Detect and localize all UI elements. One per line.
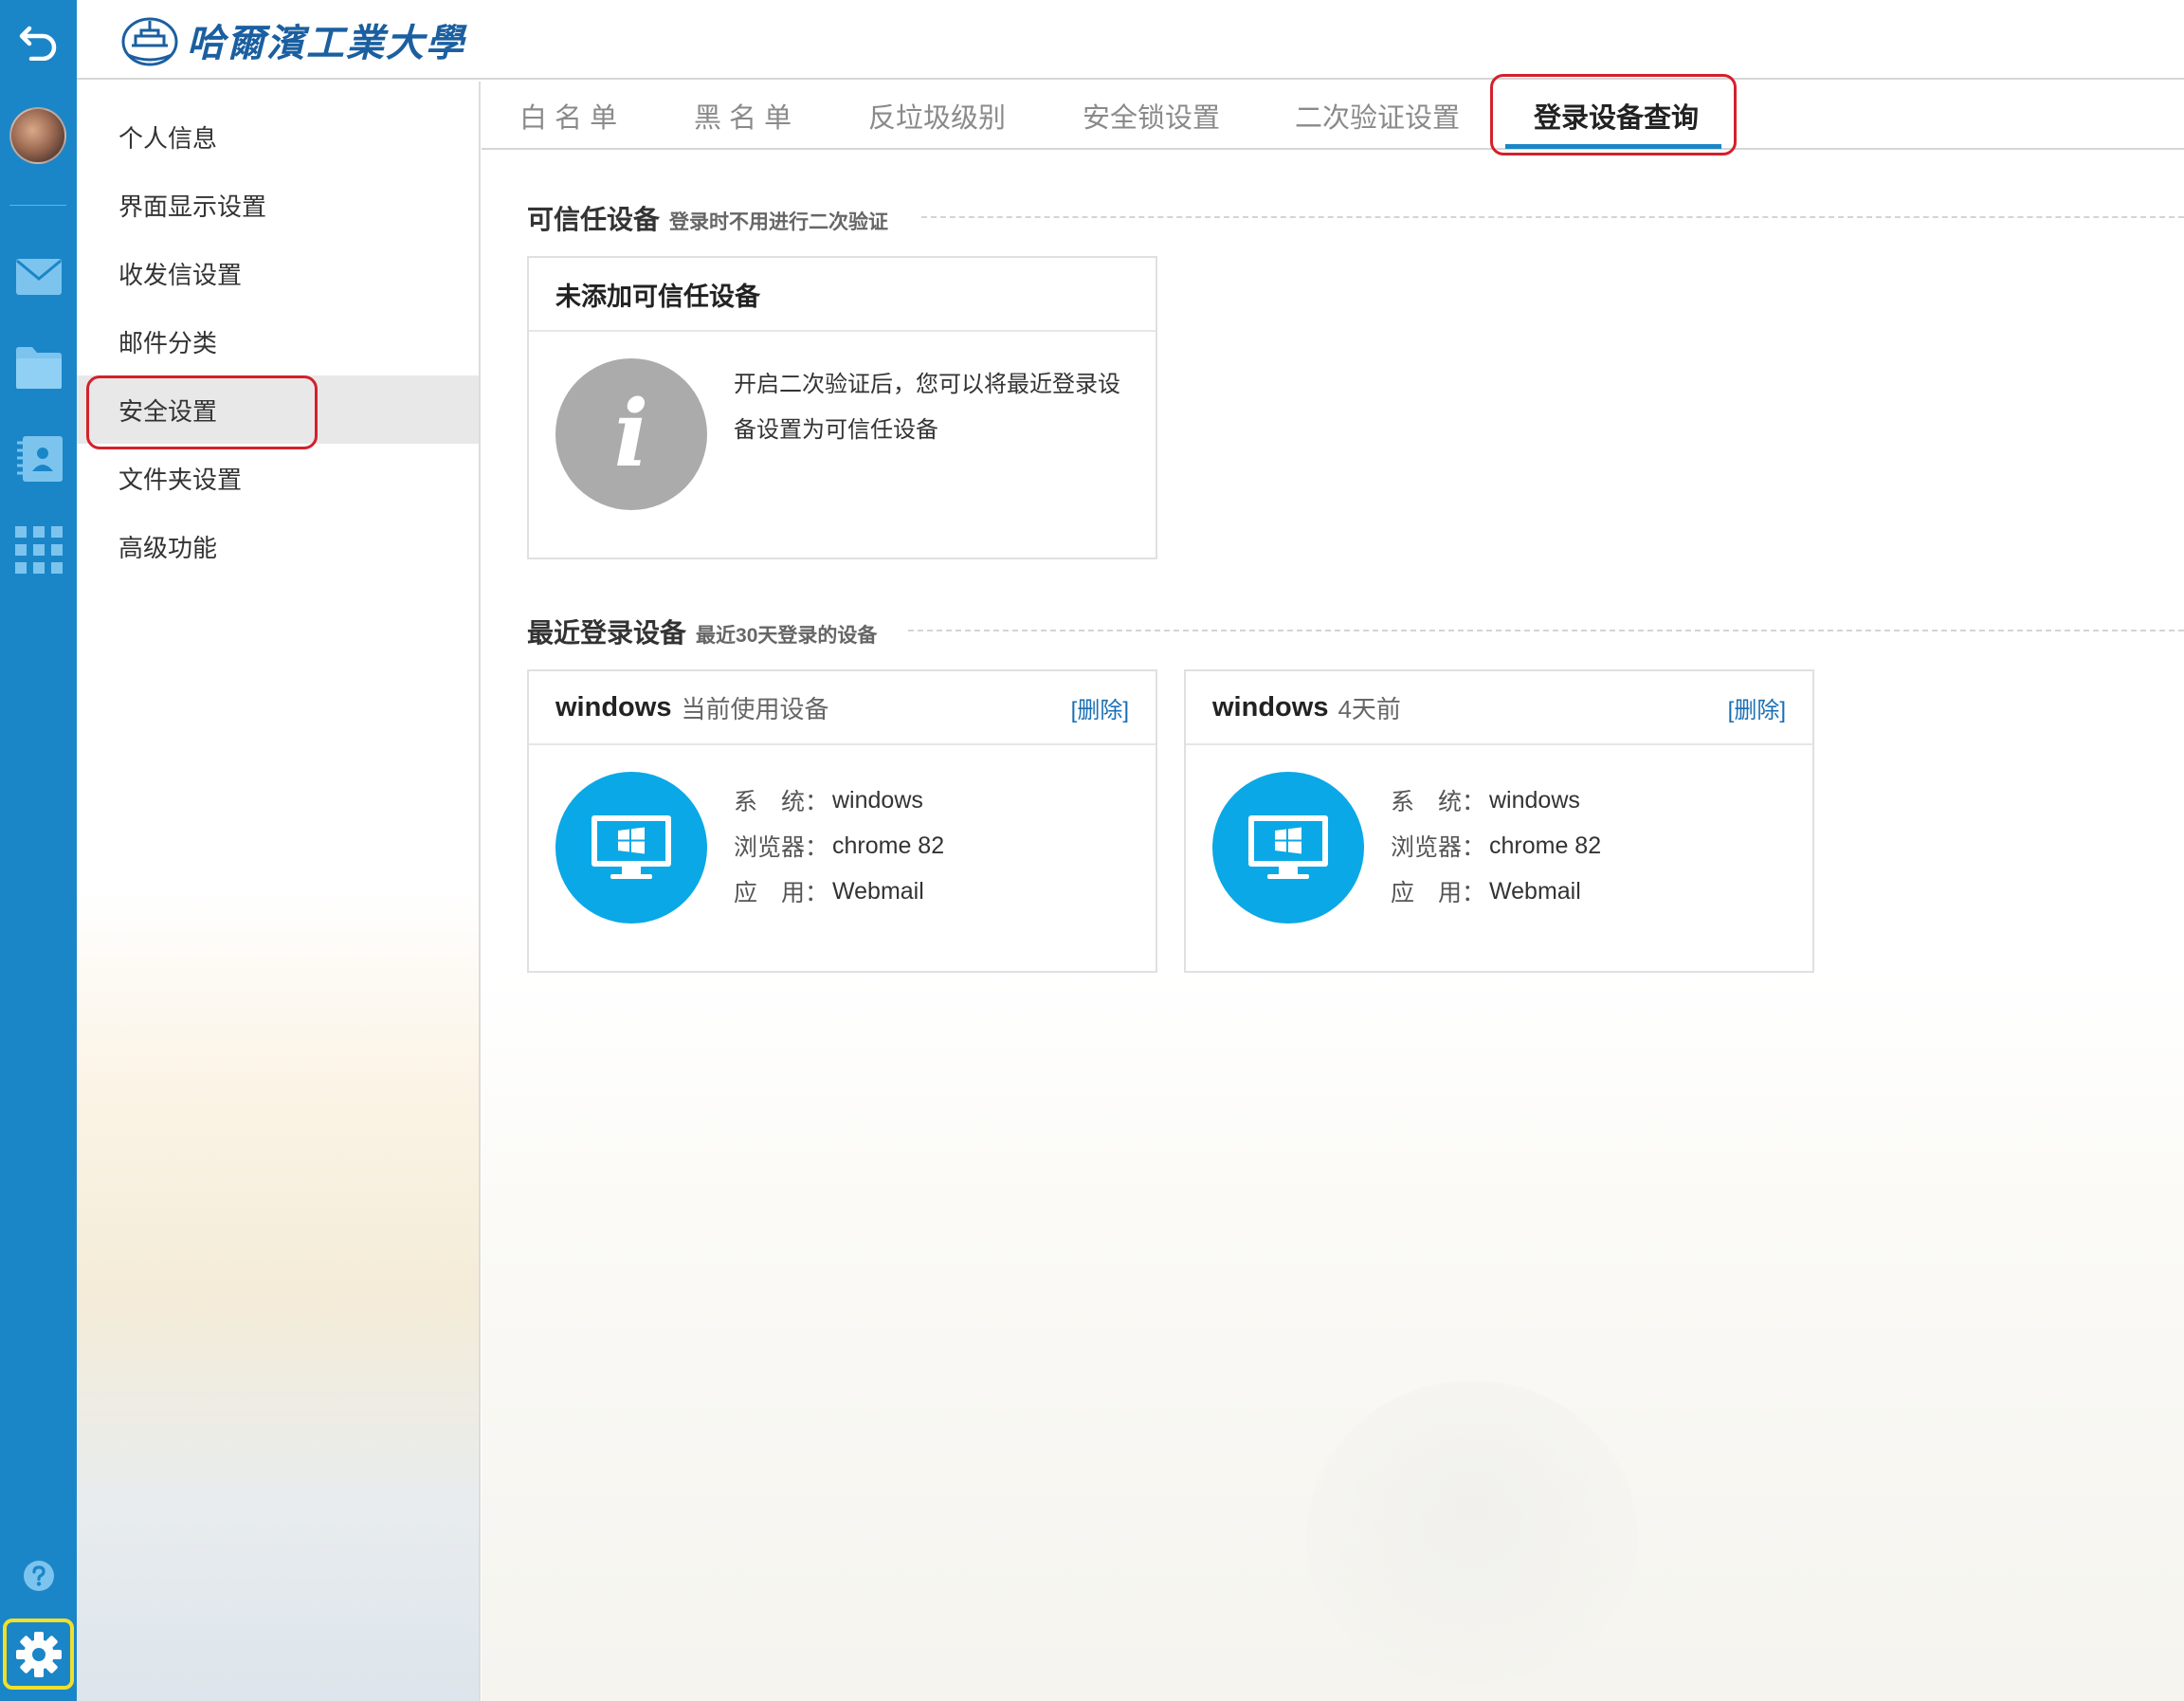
highlight-annotation-tab: [1490, 74, 1737, 155]
property-value-browser: chrome 82: [832, 832, 945, 859]
highlight-annotation-security: [86, 375, 318, 449]
device-properties: 系 统： windows 浏览器： chrome 82 应 用： Webmail: [734, 777, 944, 914]
apps-icon: [14, 526, 63, 574]
property-value-app: Webmail: [1489, 877, 1581, 905]
help-button[interactable]: [0, 1538, 77, 1614]
settings-sidebar: 个人信息 界面显示设置 收发信设置 邮件分类 安全设置 文件夹设置 高级功能: [77, 82, 481, 1701]
sidebar-item-personal-info[interactable]: 个人信息: [77, 102, 479, 171]
device-name: windows: [1212, 691, 1329, 722]
trusted-device-card: 未添加可信任设备 i 开启二次验证后，您可以将最近登录设备设置为可信任设备: [527, 256, 1157, 559]
app-rail: [0, 0, 77, 1701]
card-title: 未添加可信任设备: [555, 282, 760, 311]
university-emblem-icon: [121, 17, 178, 66]
monitor-icon: [1248, 815, 1328, 879]
mail-icon: [15, 259, 62, 295]
device-status: 4天前: [1338, 694, 1401, 723]
help-icon: [23, 1561, 54, 1591]
monitor-icon: [592, 815, 671, 879]
sidebar-item-label: 邮件分类: [118, 328, 218, 357]
rail-divider: [9, 205, 66, 206]
sidebar-item-label: 界面显示设置: [118, 192, 267, 221]
device-status: 当前使用设备: [681, 694, 829, 723]
sidebar-item-send-receive[interactable]: 收发信设置: [77, 239, 479, 307]
trusted-devices-heading: 可信任设备 登录时不用进行二次验证: [527, 199, 889, 234]
avatar[interactable]: [9, 107, 66, 164]
sidebar-item-mail-category[interactable]: 邮件分类: [77, 307, 479, 375]
sidebar-item-label: 高级功能: [118, 533, 218, 562]
tab-antispam-level[interactable]: 反垃圾级别: [868, 82, 1006, 150]
section-divider: [908, 630, 2184, 631]
background-decoration: [1306, 1381, 1638, 1693]
sidebar-item-label: 文件夹设置: [118, 465, 243, 494]
card-header: windows 4天前 [删除]: [1186, 671, 1812, 745]
recent-devices-heading: 最近登录设备 最近30天登录的设备: [527, 613, 878, 648]
sidebar-item-label: 个人信息: [118, 123, 218, 153]
sidebar-item-display[interactable]: 界面显示设置: [77, 171, 479, 239]
tab-two-factor[interactable]: 二次验证设置: [1295, 82, 1460, 150]
tab-security-lock[interactable]: 安全锁设置: [1083, 82, 1220, 150]
property-label: 系 统：: [1391, 789, 1486, 815]
section-subtitle: 最近30天登录的设备: [696, 625, 878, 647]
contacts-button[interactable]: [0, 421, 77, 497]
property-label: 浏览器：: [1391, 834, 1486, 861]
property-label: 浏览器：: [734, 834, 829, 861]
tab-bar: 白 名 单 黑 名 单 反垃圾级别 安全锁设置 二次验证设置 登录设备查询: [482, 74, 2184, 155]
desktop-windows-icon: [555, 772, 707, 924]
gear-icon: [15, 1631, 62, 1677]
tab-label: 安全锁设置: [1083, 103, 1221, 134]
sidebar-item-label: 收发信设置: [118, 260, 243, 289]
device-card: windows 4天前 [删除] 系 统： windows 浏览器： chrome …: [1184, 669, 1814, 973]
delete-link[interactable]: [删除]: [1728, 691, 1786, 724]
card-header: windows 当前使用设备 [删除]: [529, 671, 1156, 745]
section-title: 最近登录设备: [527, 618, 687, 648]
apps-button[interactable]: [0, 512, 77, 588]
device-card: windows 当前使用设备 [删除] 系 统： windows 浏览器： chro…: [527, 669, 1157, 973]
section-divider: [921, 216, 2184, 218]
property-value-app: Webmail: [832, 877, 924, 905]
info-icon: i: [555, 358, 707, 510]
section-title: 可信任设备: [527, 205, 661, 234]
property-label: 应 用：: [1391, 880, 1486, 906]
device-properties: 系 统： windows 浏览器： chrome 82 应 用： Webmail: [1391, 777, 1601, 914]
folder-button[interactable]: [0, 330, 77, 406]
main-content: 白 名 单 黑 名 单 反垃圾级别 安全锁设置 二次验证设置 登录设备查询 可信…: [482, 74, 2184, 1701]
settings-button[interactable]: [3, 1619, 74, 1690]
back-button[interactable]: [0, 2, 77, 78]
trusted-description: 开启二次验证后，您可以将最近登录设备设置为可信任设备: [734, 372, 1120, 443]
mail-button[interactable]: [0, 239, 77, 315]
tab-whitelist[interactable]: 白 名 单: [519, 82, 617, 150]
card-header: 未添加可信任设备: [529, 258, 1156, 332]
university-logo[interactable]: 哈爾濱工業大學: [120, 13, 465, 66]
property-value-browser: chrome 82: [1489, 832, 1602, 859]
property-value-system: windows: [1489, 786, 1580, 814]
header: 哈爾濱工業大學: [77, 0, 2184, 80]
folder-icon: [15, 347, 62, 389]
sidebar-item-advanced[interactable]: 高级功能: [77, 512, 479, 580]
sidebar-item-folders[interactable]: 文件夹设置: [77, 444, 479, 512]
tab-label: 反垃圾级别: [868, 103, 1007, 134]
tab-label: 黑 名 单: [694, 103, 792, 134]
desktop-windows-icon: [1212, 772, 1364, 924]
property-value-system: windows: [832, 786, 923, 814]
property-label: 系 统：: [734, 789, 829, 815]
contacts-icon: [16, 436, 63, 482]
back-icon: [19, 26, 56, 61]
device-name: windows: [555, 691, 672, 722]
property-label: 应 用：: [734, 880, 829, 906]
tab-blacklist[interactable]: 黑 名 单: [694, 82, 792, 150]
delete-link[interactable]: [删除]: [1071, 691, 1129, 724]
section-subtitle: 登录时不用进行二次验证: [669, 211, 889, 233]
tab-label: 二次验证设置: [1295, 103, 1461, 134]
university-name: 哈爾濱工業大學: [187, 21, 465, 65]
tab-label: 白 名 单: [519, 103, 618, 134]
